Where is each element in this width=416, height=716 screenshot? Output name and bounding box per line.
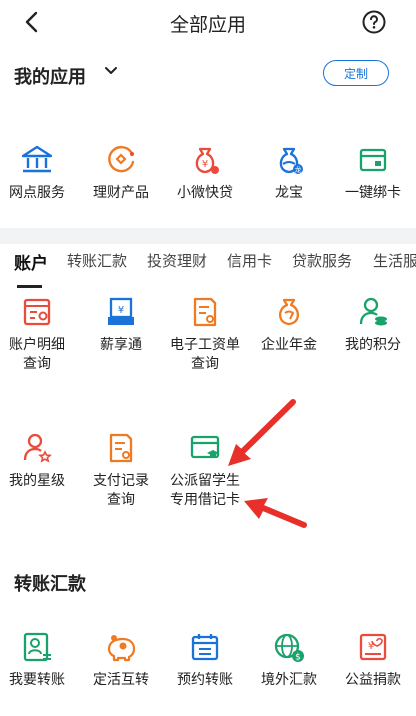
- wealth-product-icon: [108, 145, 135, 173]
- app-fixed-demand-transfer[interactable]: 定活互转: [79, 627, 163, 690]
- app-label: 小微快贷: [177, 185, 233, 201]
- tab-transfer[interactable]: 转账汇款: [67, 250, 127, 271]
- app-label: 企业年金: [261, 337, 317, 353]
- app-label: 预约转账: [177, 672, 233, 688]
- tab-credit-card[interactable]: 信用卡: [227, 250, 272, 271]
- app-branch-service[interactable]: 网点服务: [0, 140, 79, 203]
- app-label: 公派留学生 专用借记卡: [170, 473, 240, 508]
- annuity-bag-icon: [278, 298, 300, 326]
- my-apps-title[interactable]: 我的应用: [14, 63, 86, 89]
- help-circle-icon[interactable]: [362, 10, 386, 34]
- app-bind-card[interactable]: 一键绑卡: [331, 140, 415, 203]
- bank-branch-icon: [21, 145, 53, 173]
- app-label: 我要转账: [9, 672, 65, 688]
- top-bar: 全部应用: [0, 0, 416, 44]
- section-divider: [0, 228, 416, 244]
- transfer-user-icon: [23, 632, 51, 662]
- svg-text:龙: 龙: [295, 165, 302, 174]
- app-wealth-products[interactable]: 理财产品: [79, 140, 163, 203]
- app-overseas-remittance[interactable]: $ 境外汇款: [247, 627, 331, 690]
- app-label: 电子工资单 查询: [170, 337, 240, 372]
- app-label: 网点服务: [9, 185, 65, 201]
- student-debit-card-icon: [190, 435, 220, 459]
- page-title: 全部应用: [169, 14, 246, 36]
- svg-text:¥: ¥: [118, 305, 124, 316]
- customize-button[interactable]: 定制: [323, 60, 389, 86]
- app-salary[interactable]: ¥ 薪享通: [79, 292, 163, 355]
- app-label: 理财产品: [93, 185, 149, 201]
- card-bind-icon: [359, 148, 387, 172]
- app-payment-record[interactable]: 支付记录 查询: [79, 428, 163, 510]
- app-label: 一键绑卡: [345, 185, 401, 201]
- app-account-detail[interactable]: 账户明细 查询: [0, 292, 79, 374]
- app-charity-donation[interactable]: ¥ 公益捐款: [331, 627, 415, 690]
- app-star-level[interactable]: 我的星级: [0, 428, 79, 491]
- tab-investment[interactable]: 投资理财: [147, 250, 207, 271]
- app-longbao[interactable]: 龙 龙宝: [247, 140, 331, 203]
- charity-donation-icon: ¥: [359, 633, 387, 661]
- app-scheduled-transfer[interactable]: 预约转账: [163, 627, 247, 690]
- app-label: 公益捐款: [345, 672, 401, 688]
- account-detail-icon: [23, 298, 51, 326]
- scheduled-transfer-icon: [191, 634, 219, 661]
- svg-text:¥: ¥: [202, 159, 208, 170]
- payslip-icon: [193, 297, 217, 327]
- star-level-user-icon: [23, 433, 52, 463]
- app-annuity[interactable]: 企业年金: [247, 292, 331, 355]
- app-student-debit-card[interactable]: 公派留学生 专用借记卡: [163, 428, 247, 510]
- money-bag-yen-icon: ¥: [195, 147, 219, 174]
- active-tab-indicator: [17, 285, 42, 288]
- app-label: 我的积分: [345, 337, 401, 353]
- app-label: 支付记录 查询: [93, 473, 149, 508]
- dragon-bag-icon: 龙: [279, 147, 303, 174]
- app-label: 龙宝: [275, 185, 303, 201]
- app-my-transfer[interactable]: 我要转账: [0, 627, 79, 690]
- app-label: 定活互转: [93, 672, 149, 688]
- payment-record-icon: [109, 433, 133, 463]
- points-user-icon: [359, 297, 387, 326]
- app-label: 账户明细 查询: [9, 337, 65, 372]
- globe-dollar-icon: $: [274, 633, 304, 663]
- tab-account[interactable]: 账户: [14, 249, 48, 274]
- transfer-section-title: 转账汇款: [14, 574, 86, 595]
- app-e-payslip[interactable]: 电子工资单 查询: [163, 292, 247, 374]
- app-micro-loan[interactable]: ¥ 小微快贷: [163, 140, 247, 203]
- app-label: 我的星级: [9, 473, 65, 489]
- tab-loan[interactable]: 贷款服务: [292, 250, 352, 271]
- chevron-down-icon[interactable]: [104, 64, 118, 78]
- app-my-points[interactable]: 我的积分: [331, 292, 415, 355]
- app-label: 薪享通: [100, 337, 142, 353]
- svg-text:$: $: [295, 653, 301, 663]
- salary-icon: ¥: [108, 297, 134, 325]
- tab-life[interactable]: 生活服: [373, 250, 416, 271]
- app-label: 境外汇款: [261, 672, 317, 688]
- piggy-bank-icon: [107, 635, 136, 662]
